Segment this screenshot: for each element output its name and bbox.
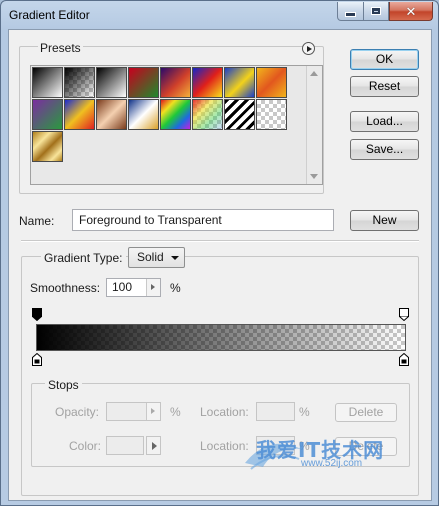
load-button[interactable]: Load... [350,111,419,132]
close-icon: ✕ [405,3,417,19]
title-bar[interactable]: Gradient Editor ✕ [1,1,438,29]
opacity-location-input[interactable] [256,402,295,421]
stops-label: Stops [45,378,82,392]
dialog-body: Presets OK Reset Load... Save... Name: F… [8,29,432,501]
presets-menu-button[interactable] [302,42,315,55]
close-button[interactable]: ✕ [389,2,433,21]
preset-swatch[interactable] [96,99,127,130]
opacity-stop-right[interactable] [399,308,409,321]
gradient-type-select[interactable]: Solid [128,247,185,268]
preset-swatch[interactable] [192,99,223,130]
gradient-preview-bar[interactable] [36,324,406,351]
color-stop-right[interactable] [399,353,409,366]
ok-button[interactable]: OK [350,49,419,70]
opacity-stop-left[interactable] [32,308,42,321]
color-label: Color: [69,439,102,453]
opacity-label: Opacity: [55,405,100,419]
smoothness-unit: % [170,281,181,295]
separator [21,240,419,242]
preset-swatch[interactable] [160,99,191,130]
reset-button[interactable]: Reset [350,76,419,97]
preset-swatch[interactable] [64,67,95,98]
flyout-menu-icon [306,45,312,52]
preset-swatches [30,65,323,185]
name-label: Name: [19,214,55,228]
stop-color-swatch[interactable] [106,436,144,455]
preset-swatch[interactable] [64,99,95,130]
chevron-right-icon [151,408,155,414]
minimize-icon [345,11,356,17]
chevron-right-icon [152,442,157,450]
smoothness-input[interactable]: 100 [106,278,161,297]
preset-swatch[interactable] [96,67,127,98]
preset-swatch[interactable] [32,131,63,162]
preset-swatch[interactable] [224,67,255,98]
color-location-label: Location: [200,439,249,453]
new-button[interactable]: New [350,210,419,231]
opacity-stepper[interactable] [146,403,160,420]
scroll-down-icon[interactable] [310,174,318,179]
opacity-location-label: Location: [200,405,249,419]
preset-swatch[interactable] [128,99,159,130]
chevron-down-icon [171,256,179,260]
preset-swatch[interactable] [32,67,63,98]
scroll-up-icon[interactable] [310,71,318,76]
name-field[interactable]: Foreground to Transparent [72,209,334,231]
preset-swatch[interactable] [256,67,287,98]
save-button[interactable]: Save... [350,139,419,160]
preset-swatch[interactable] [128,67,159,98]
preset-swatch[interactable] [224,99,255,130]
color-stop-left[interactable] [32,353,42,366]
maximize-icon [371,7,381,15]
window-title: Gradient Editor [9,8,90,22]
preset-swatch[interactable] [160,67,191,98]
smoothness-label: Smoothness: [30,281,101,295]
watermark-url: www.52ij.com [301,458,363,469]
preset-swatch[interactable] [256,99,287,130]
smoothness-value: 100 [112,280,133,294]
gradient-editor-window: Gradient Editor ✕ Presets OK Reset Load.… [0,0,439,506]
chevron-right-icon [151,284,155,290]
delete-opacity-stop-button[interactable]: Delete [335,403,397,422]
smoothness-stepper[interactable] [146,279,160,296]
opacity-unit: % [170,405,181,419]
gradient-type-value: Solid [137,250,164,264]
opacity-input[interactable] [106,402,161,421]
gradient-fill [37,325,405,350]
color-picker-menu-button[interactable] [146,436,161,455]
presets-label: Presets [38,41,83,55]
gradient-type-label: Gradient Type: [41,251,126,265]
presets-scrollbar[interactable] [306,66,322,184]
maximize-button[interactable] [363,2,389,21]
opacity-location-unit: % [299,405,310,419]
minimize-button[interactable] [337,2,364,21]
preset-swatch[interactable] [192,67,223,98]
preset-swatch[interactable] [32,99,63,130]
